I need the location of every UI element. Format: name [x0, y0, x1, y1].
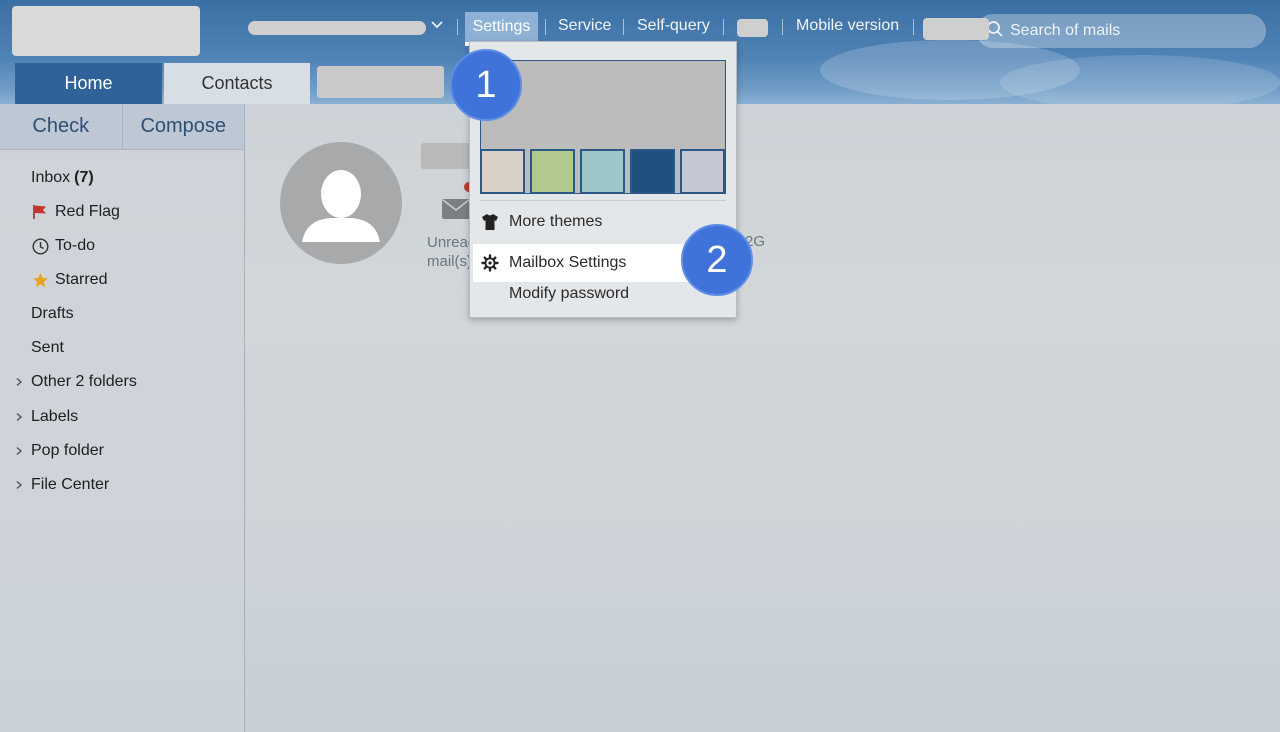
user-silhouette-icon	[302, 170, 380, 242]
nav-separator	[623, 19, 624, 35]
theme-swatch[interactable]	[530, 149, 575, 194]
user-name-placeholder	[421, 143, 471, 169]
tshirt-icon	[481, 213, 499, 231]
tab-placeholder[interactable]	[317, 66, 444, 98]
nav-separator	[545, 19, 546, 35]
sidebar-item-todo[interactable]: To-do	[31, 237, 95, 255]
mail-icon[interactable]	[441, 198, 471, 225]
nav-separator	[723, 19, 724, 35]
more-themes-label: More themes	[509, 213, 603, 230]
sidebar-item-inbox[interactable]: Inbox (7)	[31, 169, 94, 187]
logo-placeholder	[12, 6, 200, 56]
unread-line: Unread	[427, 234, 473, 251]
chevron-right-icon[interactable]	[14, 375, 26, 390]
sidebar-item-label: Starred	[55, 271, 108, 288]
dropdown-divider	[480, 200, 726, 201]
nav-placeholder[interactable]	[737, 19, 768, 37]
theme-swatch[interactable]	[580, 149, 625, 194]
sidebar-item-label: File Center	[31, 476, 110, 493]
chevron-right-icon[interactable]	[14, 478, 26, 493]
unread-line: mail(s)	[427, 253, 472, 270]
nav-separator	[457, 19, 458, 35]
theme-swatch[interactable]	[630, 149, 675, 194]
compose-button[interactable]: Compose	[121, 104, 245, 149]
sidebar-item-label: Labels	[31, 408, 79, 425]
tab-home[interactable]: Home	[15, 63, 162, 104]
star-icon	[31, 271, 49, 289]
sidebar-folder-labels[interactable]: Labels	[14, 408, 78, 426]
mailbox-settings-label: Mailbox Settings	[509, 254, 627, 271]
nav-self-query-link[interactable]: Self-query	[637, 17, 710, 35]
red-flag-icon	[31, 203, 49, 221]
sidebar-item-drafts[interactable]: Drafts	[31, 305, 74, 323]
nav-separator	[913, 19, 914, 35]
sidebar-item-label: Other 2 folders	[31, 373, 137, 390]
nav-mobile-version-link[interactable]: Mobile version	[796, 17, 899, 35]
modify-password-label: Modify password	[509, 285, 630, 302]
chevron-down-icon[interactable]	[430, 18, 444, 35]
gear-icon	[481, 254, 499, 272]
nav-service-link[interactable]: Service	[558, 17, 611, 35]
account-name-placeholder[interactable]	[248, 21, 426, 35]
check-button[interactable]: Check	[0, 104, 122, 149]
unread-mail-label[interactable]: Unread mail(s)	[427, 233, 473, 271]
header-cloud-decoration	[1000, 55, 1280, 104]
search-input[interactable]	[1010, 22, 1250, 40]
theme-swatch[interactable]	[680, 149, 725, 194]
user-placeholder[interactable]	[923, 18, 989, 40]
sidebar-folder-pop[interactable]: Pop folder	[14, 442, 104, 460]
chevron-right-icon[interactable]	[14, 410, 26, 425]
tab-contacts[interactable]: Contacts	[164, 63, 310, 104]
sidebar-item-label: Inbox	[31, 169, 71, 186]
step-badge-2: 2	[681, 224, 753, 296]
step-badge-1: 1	[450, 49, 522, 121]
sidebar-item-label: Pop folder	[31, 442, 104, 459]
sidebar-folder-other[interactable]: Other 2 folders	[14, 373, 137, 391]
sidebar-folder-file-center[interactable]: File Center	[14, 476, 109, 494]
sidebar-item-label: To-do	[55, 237, 96, 254]
sidebar-item-starred[interactable]: Starred	[31, 271, 107, 289]
avatar	[280, 142, 402, 264]
sidebar-item-sent[interactable]: Sent	[31, 339, 64, 357]
search-box[interactable]	[976, 14, 1266, 48]
theme-swatch[interactable]	[480, 149, 525, 194]
sidebar-item-red-flag[interactable]: Red Flag	[31, 203, 120, 221]
sidebar-actions: Check Compose	[0, 104, 244, 150]
sidebar-item-label: Red Flag	[55, 203, 120, 220]
inbox-count: (7)	[74, 169, 94, 186]
clock-icon	[31, 237, 49, 255]
nav-separator	[782, 19, 783, 35]
chevron-right-icon[interactable]	[14, 444, 26, 459]
